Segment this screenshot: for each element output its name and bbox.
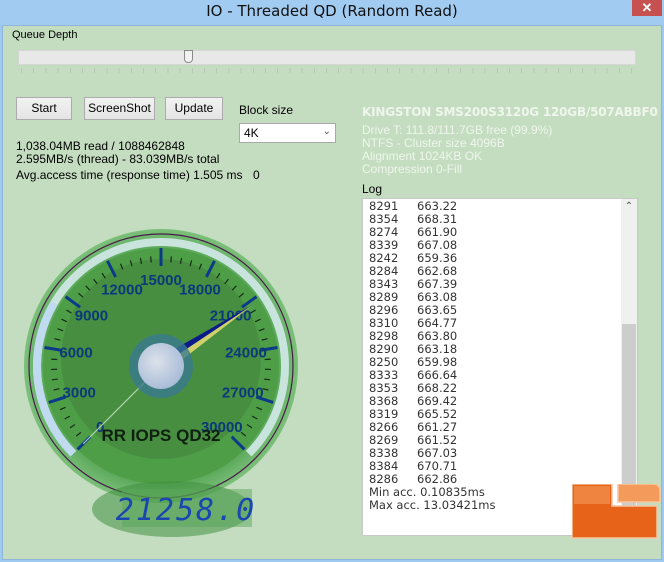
log-label: Log <box>362 182 383 196</box>
log-value: 667.08 <box>417 238 458 252</box>
gauge-tick-label: 12000 <box>101 281 143 298</box>
max-line: Max acc. 13.03421ms <box>369 498 496 512</box>
log-value: 663.22 <box>417 199 458 213</box>
drive-info-line: Alignment 1024KB OK <box>362 149 483 163</box>
log-value: 663.80 <box>417 329 458 343</box>
minor-tick <box>170 256 172 263</box>
gauge-tick-label: 18000 <box>179 281 221 298</box>
gauge-tick-label: 27000 <box>222 385 264 402</box>
minor-tick <box>264 378 271 381</box>
close-button[interactable]: ✕ <box>632 0 662 16</box>
log-value: 659.36 <box>417 251 458 265</box>
gauge-tick-label: 9000 <box>75 307 108 324</box>
log-value: 662.68 <box>417 264 458 278</box>
logo-highlight <box>574 486 610 504</box>
read-stats: 1,038.04MB read / 1088462848 <box>16 139 185 153</box>
log-value: 667.03 <box>417 446 458 460</box>
iops-gauge: 0300060009000120001500018000210002400027… <box>24 229 298 537</box>
logo-r-shape <box>617 484 661 503</box>
queue-depth-label: Queue Depth <box>12 29 78 41</box>
log-value: 665.52 <box>417 407 458 421</box>
log-value: 668.31 <box>417 212 458 226</box>
log-value: 662.86 <box>417 472 458 486</box>
log-value: 659.98 <box>417 355 458 369</box>
gauge-tick-label: 24000 <box>225 345 267 362</box>
slider-thumb[interactable] <box>183 50 193 63</box>
gauge-title: RR IOPS QD32 <box>101 426 220 445</box>
drive-info-line: NTFS - Cluster size 4096B <box>362 136 505 150</box>
log-lines: 8291 663.22 8354 668.31 8274 661.90 8339 667.08… <box>369 200 496 512</box>
log-value: 661.27 <box>417 420 458 434</box>
log-value: 663.65 <box>417 303 458 317</box>
log-value: 661.52 <box>417 433 458 447</box>
update-button[interactable]: Update <box>165 97 223 120</box>
close-icon: ✕ <box>641 0 653 15</box>
speed-stats: 2.595MB/s (thread) - 83.039MB/s total <box>16 152 220 166</box>
drive-info-line: Drive T: 111.8/111.7GB free (99.9%) <box>362 123 553 137</box>
gauge-tick-label: 3000 <box>63 385 96 402</box>
gauge-readout: 21258.0 <box>116 493 256 528</box>
scroll-up-icon[interactable]: ⌃ <box>621 201 637 212</box>
log-value: 664.77 <box>417 316 458 330</box>
slider-ticks <box>21 68 633 73</box>
title-bar: IO - Threaded QD (Random Read) ✕ <box>0 0 664 25</box>
legitreviews-logo <box>572 484 661 539</box>
gauge-tick-label: 6000 <box>59 345 92 362</box>
queue-depth-slider[interactable] <box>18 50 636 65</box>
log-value: 668.22 <box>417 381 458 395</box>
block-size-label: Block size <box>239 103 294 117</box>
minor-tick <box>150 256 152 263</box>
counter-value: 0 <box>253 168 260 182</box>
minor-tick <box>51 378 58 381</box>
log-value: 667.39 <box>417 277 458 291</box>
log-value: 663.08 <box>417 290 458 304</box>
window-title: IO - Threaded QD (Random Read) <box>206 2 458 20</box>
log-value: 670.71 <box>417 459 458 473</box>
log-value: 666.64 <box>417 368 458 382</box>
drive-title: KINGSTON SMS200S3120G 120GB/507ABBF0 <box>362 105 658 119</box>
log-value: 661.90 <box>417 225 458 239</box>
log-value: 669.42 <box>417 394 458 408</box>
block-size-select[interactable]: 4K ⌄ <box>239 123 336 143</box>
block-size-value: 4K <box>244 126 259 140</box>
main-panel: Queue Depth Start ScreenShot Update Bloc… <box>2 25 662 560</box>
screenshot-button[interactable]: ScreenShot <box>84 97 155 120</box>
log-value: 663.18 <box>417 342 458 356</box>
access-time-stats: Avg.access time (response time) 1.505 ms <box>16 168 243 182</box>
gauge-tick-label: 15000 <box>140 272 182 289</box>
drive-info-line: Compression 0-Fill <box>362 162 463 176</box>
start-button[interactable]: Start <box>16 97 72 120</box>
chevron-down-icon: ⌄ <box>322 126 331 137</box>
gauge-hub <box>138 343 184 389</box>
